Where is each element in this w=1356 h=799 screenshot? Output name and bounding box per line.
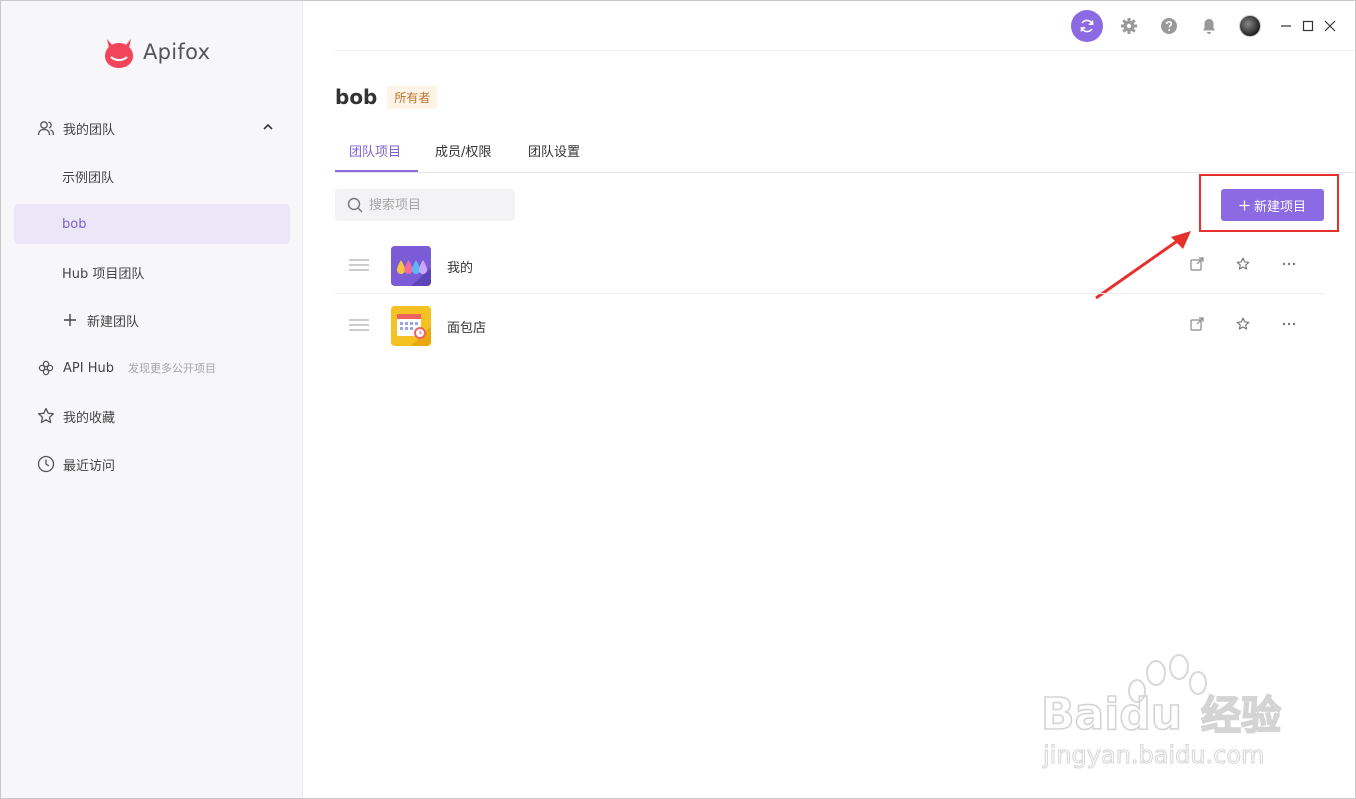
sidebar-item-label: 示例团队 <box>62 170 115 186</box>
team-tabs: 团队项目 成员/权限 团队设置 <box>335 129 1355 173</box>
search-input[interactable] <box>369 197 509 213</box>
highlight-annotation-box <box>1199 174 1339 232</box>
help-icon <box>1161 18 1177 34</box>
sync-icon <box>1080 19 1094 33</box>
maximize-icon <box>1302 20 1314 32</box>
chevron-up-icon[interactable] <box>262 121 274 133</box>
maximize-button[interactable] <box>1301 16 1315 36</box>
watermark-url: jingyan.baidu.com <box>1042 741 1264 769</box>
star-icon[interactable] <box>1235 256 1251 272</box>
bell-icon <box>1203 19 1215 34</box>
minimize-button[interactable] <box>1279 16 1293 36</box>
clock-icon <box>37 455 55 473</box>
sidebar-item-recent[interactable]: 最近访问 <box>14 444 290 484</box>
project-icon <box>391 246 431 286</box>
user-avatar[interactable] <box>1239 15 1261 37</box>
brand-name: Apifox <box>143 40 211 64</box>
watermark-product: 经验 <box>1201 693 1281 739</box>
sidebar-item-hub-team[interactable]: Hub 项目团队 <box>14 252 290 292</box>
sidebar-item-label: Hub 项目团队 <box>62 266 145 282</box>
api-hub-hint: 发现更多公开项目 <box>127 362 216 375</box>
star-icon[interactable] <box>1235 316 1251 332</box>
active-tab-indicator <box>335 170 418 172</box>
project-row[interactable]: 面包店 <box>335 296 1325 354</box>
calendar-icon <box>391 306 431 346</box>
droplets-icon <box>391 246 431 286</box>
sidebar: Apifox 我的团队 示例团队 bob Hub 项目团队 新建团队 API H… <box>1 1 303 798</box>
sidebar-item-bob[interactable]: bob <box>14 204 290 244</box>
top-toolbar <box>1071 10 1337 42</box>
header-divider <box>335 50 1355 51</box>
watermark-brand: Baidu <box>1041 689 1182 740</box>
app-window: Apifox 我的团队 示例团队 bob Hub 项目团队 新建团队 API H… <box>0 0 1356 799</box>
more-icon[interactable] <box>1281 316 1297 332</box>
plus-icon <box>61 311 79 329</box>
tab-team-projects[interactable]: 团队项目 <box>349 141 401 160</box>
minimize-icon <box>1281 25 1291 27</box>
sidebar-item-example-team[interactable]: 示例团队 <box>14 156 290 196</box>
sidebar-item-my-team[interactable]: 我的团队 <box>14 108 290 148</box>
role-badge: 所有者 <box>387 85 438 109</box>
open-external-icon[interactable] <box>1189 256 1205 272</box>
search-box[interactable] <box>335 189 515 221</box>
project-icon <box>391 306 431 346</box>
sidebar-item-label: 最近访问 <box>63 458 116 474</box>
baidu-watermark: Baidu 经验 jingyan.baidu.com <box>1041 654 1282 770</box>
sidebar-item-label: API Hub <box>63 360 114 376</box>
sidebar-item-label: 我的收藏 <box>63 410 116 426</box>
star-icon <box>37 407 55 425</box>
notifications-button[interactable] <box>1199 16 1219 36</box>
help-button[interactable] <box>1159 16 1179 36</box>
users-icon <box>37 119 55 137</box>
close-icon <box>1324 20 1336 32</box>
drag-handle-icon[interactable] <box>349 319 369 331</box>
app-logo: Apifox <box>101 35 210 69</box>
settings-button[interactable] <box>1119 16 1139 36</box>
more-icon[interactable] <box>1281 256 1297 272</box>
drag-handle-icon[interactable] <box>349 259 369 271</box>
tab-team-settings[interactable]: 团队设置 <box>528 141 580 160</box>
close-window-button[interactable] <box>1323 16 1337 36</box>
search-icon <box>347 197 363 213</box>
sidebar-item-favorites[interactable]: 我的收藏 <box>14 396 290 436</box>
sidebar-item-label: bob <box>62 216 87 232</box>
apifox-logo-icon <box>105 39 133 68</box>
sidebar-item-api-hub[interactable]: API Hub 发现更多公开项目 <box>14 348 290 388</box>
open-external-icon[interactable] <box>1189 316 1205 332</box>
sidebar-item-label: 新建团队 <box>87 314 140 330</box>
sidebar-item-new-team[interactable]: 新建团队 <box>14 300 290 340</box>
tab-members-permissions[interactable]: 成员/权限 <box>435 141 491 160</box>
sidebar-item-label: 我的团队 <box>63 122 116 138</box>
gear-icon <box>1121 18 1137 34</box>
sync-button[interactable] <box>1071 10 1103 42</box>
project-row[interactable]: 我的 <box>335 236 1325 294</box>
api-hub-icon <box>37 359 55 377</box>
project-name[interactable]: 面包店 <box>447 317 486 336</box>
team-name: bob <box>335 85 378 109</box>
page-title: bob 所有者 <box>335 85 438 109</box>
project-name[interactable]: 我的 <box>447 257 473 276</box>
